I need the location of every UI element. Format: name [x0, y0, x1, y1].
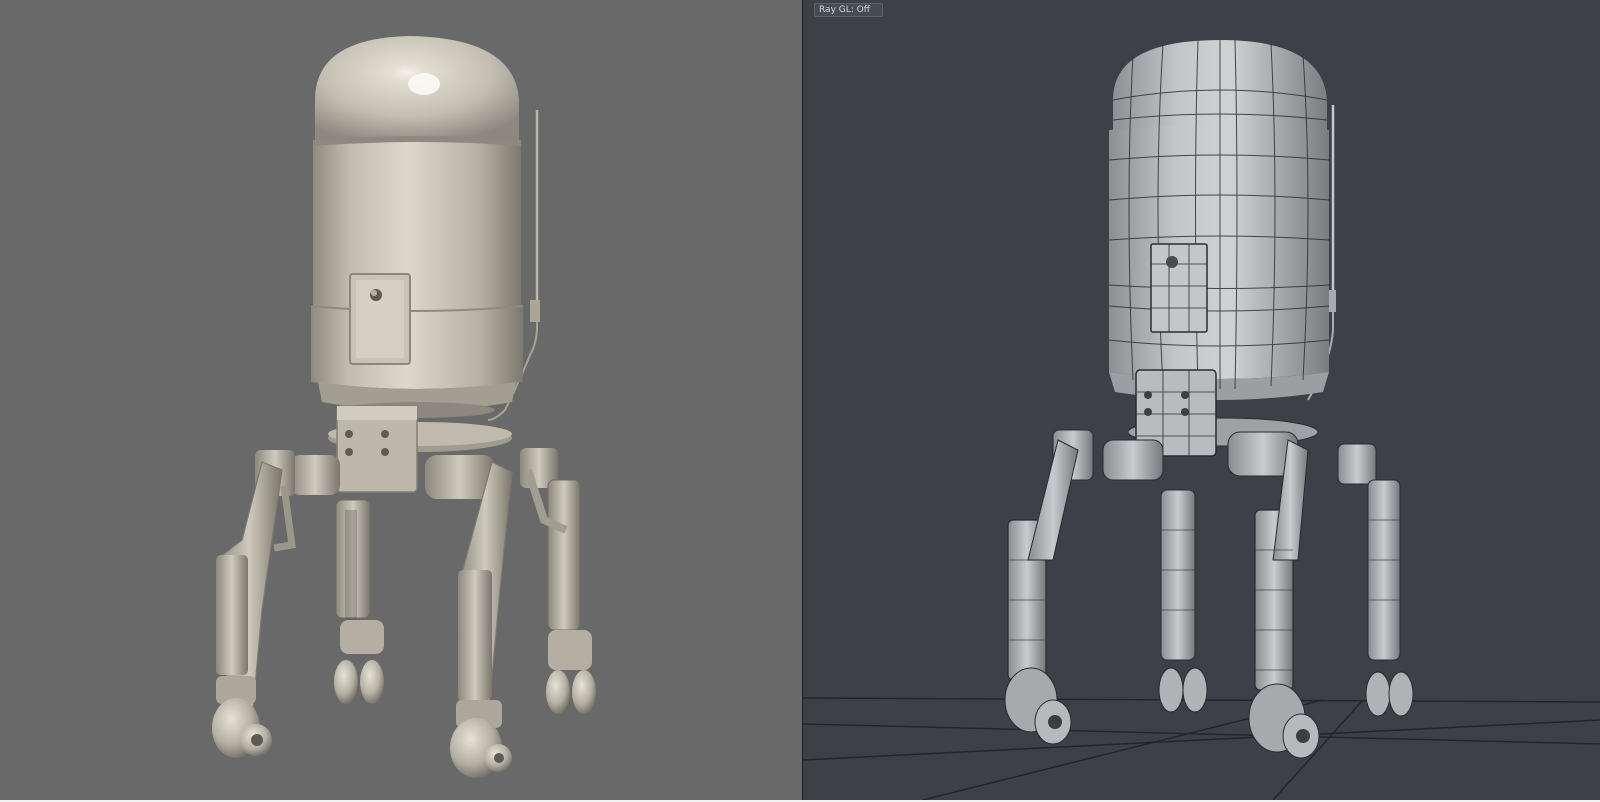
- viewport-left-shaded[interactable]: [0, 0, 802, 800]
- ray-gl-toggle[interactable]: Ray GL: Off: [814, 3, 883, 17]
- viewport-right-wireframe[interactable]: Ray GL: Off: [803, 0, 1600, 800]
- robot-render-canvas: [0, 0, 802, 800]
- robot-wireframe-canvas: [803, 0, 1600, 800]
